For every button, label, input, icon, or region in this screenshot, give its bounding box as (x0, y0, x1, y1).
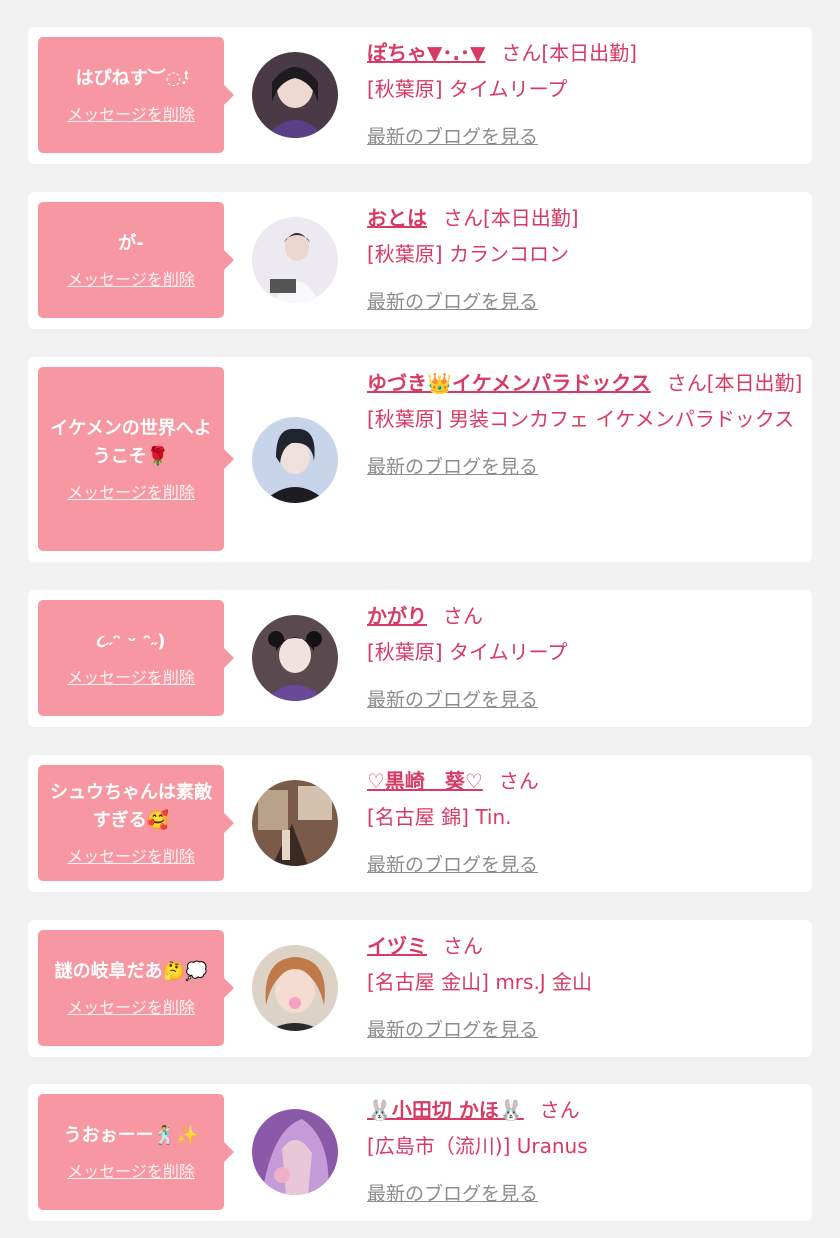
avatar[interactable] (252, 615, 338, 701)
latest-blog-link[interactable]: 最新のブログを見る (367, 682, 538, 718)
name-suffix: さん[本日出勤] (501, 41, 637, 65)
message-text: ૮˶ᵔ ᵕ ᵔ˶) (96, 631, 166, 652)
message-bubble: シュウちゃんは素敵すぎる🥰 メッセージを削除 (38, 765, 234, 881)
delete-message-link[interactable]: メッセージを削除 (67, 843, 195, 867)
message-card: ૮˶ᵔ ᵕ ᵔ˶) メッセージを削除 かがり さん [秋葉原] タイムリープ 最新… (28, 590, 812, 727)
name-suffix: さん[本日出勤] (443, 206, 579, 230)
shop-label: [秋葉原] カランコロン (367, 242, 569, 266)
message-card: うおぉーー🕺✨ メッセージを削除 🐰小田切 かほ🐰 さん [広島市（流川)] Ur… (28, 1084, 812, 1221)
message-card: シュウちゃんは素敵すぎる🥰 メッセージを削除 ♡黒崎 葵♡ さん [名古屋 錦] … (28, 755, 812, 892)
profile-info: ぽちゃ▼･.･▼ さん[本日出勤] [秋葉原] タイムリープ 最新のブログを見る (367, 35, 803, 155)
message-bubble: が- メッセージを削除 (38, 202, 234, 318)
shop-label: [名古屋 錦] Tin. (367, 805, 512, 829)
name-suffix: さん[本日出勤] (666, 371, 803, 395)
message-card: 謎の岐阜だあ🤔💭 メッセージを削除 イヅミ さん [名古屋 金山] mrs.J 金… (28, 920, 812, 1057)
profile-info: ゆづき👑イケメンパラドックス さん[本日出勤] [秋葉原] 男装コンカフェ イケメ… (367, 365, 803, 485)
profile-info: ♡黒崎 葵♡ さん [名古屋 錦] Tin. 最新のブログを見る (367, 763, 803, 883)
latest-blog-link[interactable]: 最新のブログを見る (367, 847, 538, 883)
avatar[interactable] (252, 52, 338, 138)
profile-name-link[interactable]: ♡黒崎 葵♡ (367, 769, 483, 793)
latest-blog-link[interactable]: 最新のブログを見る (367, 449, 538, 485)
latest-blog-link[interactable]: 最新のブログを見る (367, 1012, 538, 1048)
delete-message-link[interactable]: メッセージを削除 (67, 1158, 195, 1182)
latest-blog-link[interactable]: 最新のブログを見る (367, 284, 538, 320)
message-card: イケメンの世界へようこそ🌹 メッセージを削除 ゆづき👑イケメンパラドックス さん[… (28, 357, 812, 562)
message-bubble: はぴねす︶◌.ͭ メッセージを削除 (38, 37, 234, 153)
message-text: はぴねす︶◌.ͭ (75, 68, 187, 89)
message-bubble: うおぉーー🕺✨ メッセージを削除 (38, 1094, 234, 1210)
avatar[interactable] (252, 217, 338, 303)
avatar[interactable] (252, 1109, 338, 1195)
profile-name-link[interactable]: ゆづき👑イケメンパラドックス (367, 371, 651, 395)
profile-info: おとは さん[本日出勤] [秋葉原] カランコロン 最新のブログを見る (367, 200, 803, 320)
shop-label: [秋葉原] 男装コンカフェ イケメンパラドックス (367, 407, 795, 431)
message-text: うおぉーー🕺✨ (63, 1125, 199, 1146)
profile-info: かがり さん [秋葉原] タイムリープ 最新のブログを見る (367, 598, 803, 718)
delete-message-link[interactable]: メッセージを削除 (67, 664, 195, 688)
profile-name-link[interactable]: イヅミ (367, 934, 427, 958)
shop-label: [名古屋 金山] mrs.J 金山 (367, 970, 593, 994)
profile-info: 🐰小田切 かほ🐰 さん [広島市（流川)] Uranus 最新のブログを見る (367, 1092, 803, 1212)
profile-name-link[interactable]: かがり (367, 604, 427, 628)
message-card: はぴねす︶◌.ͭ メッセージを削除 ぽちゃ▼･.･▼ さん[本日出勤] [秋葉原]… (28, 27, 812, 164)
latest-blog-link[interactable]: 最新のブログを見る (367, 119, 538, 155)
name-suffix: さん (443, 604, 483, 628)
avatar[interactable] (252, 417, 338, 503)
delete-message-link[interactable]: メッセージを削除 (67, 479, 195, 503)
message-text: が- (118, 233, 144, 254)
shop-label: [広島市（流川)] Uranus (367, 1134, 588, 1158)
delete-message-link[interactable]: メッセージを削除 (67, 266, 195, 290)
profile-name-link[interactable]: 🐰小田切 かほ🐰 (367, 1098, 524, 1122)
name-suffix: さん (443, 934, 483, 958)
avatar[interactable] (252, 780, 338, 866)
message-card: が- メッセージを削除 おとは さん[本日出勤] [秋葉原] カランコロン 最新の… (28, 192, 812, 329)
name-suffix: さん (539, 1098, 580, 1122)
delete-message-link[interactable]: メッセージを削除 (67, 994, 195, 1018)
message-text: イケメンの世界へようこそ🌹 (50, 418, 212, 467)
avatar[interactable] (252, 945, 338, 1031)
message-bubble: ૮˶ᵔ ᵕ ᵔ˶) メッセージを削除 (38, 600, 234, 716)
delete-message-link[interactable]: メッセージを削除 (67, 101, 195, 125)
profile-name-link[interactable]: おとは (367, 206, 427, 230)
profile-info: イヅミ さん [名古屋 金山] mrs.J 金山 最新のブログを見る (367, 928, 803, 1048)
shop-label: [秋葉原] タイムリープ (367, 77, 568, 101)
message-text: 謎の岐阜だあ🤔💭 (54, 961, 208, 982)
message-text: シュウちゃんは素敵すぎる🥰 (50, 782, 212, 831)
latest-blog-link[interactable]: 最新のブログを見る (367, 1176, 538, 1212)
name-suffix: さん (498, 769, 539, 793)
message-bubble: イケメンの世界へようこそ🌹 メッセージを削除 (38, 367, 234, 551)
profile-name-link[interactable]: ぽちゃ▼･.･▼ (367, 41, 485, 65)
shop-label: [秋葉原] タイムリープ (367, 640, 568, 664)
message-bubble: 謎の岐阜だあ🤔💭 メッセージを削除 (38, 930, 234, 1046)
